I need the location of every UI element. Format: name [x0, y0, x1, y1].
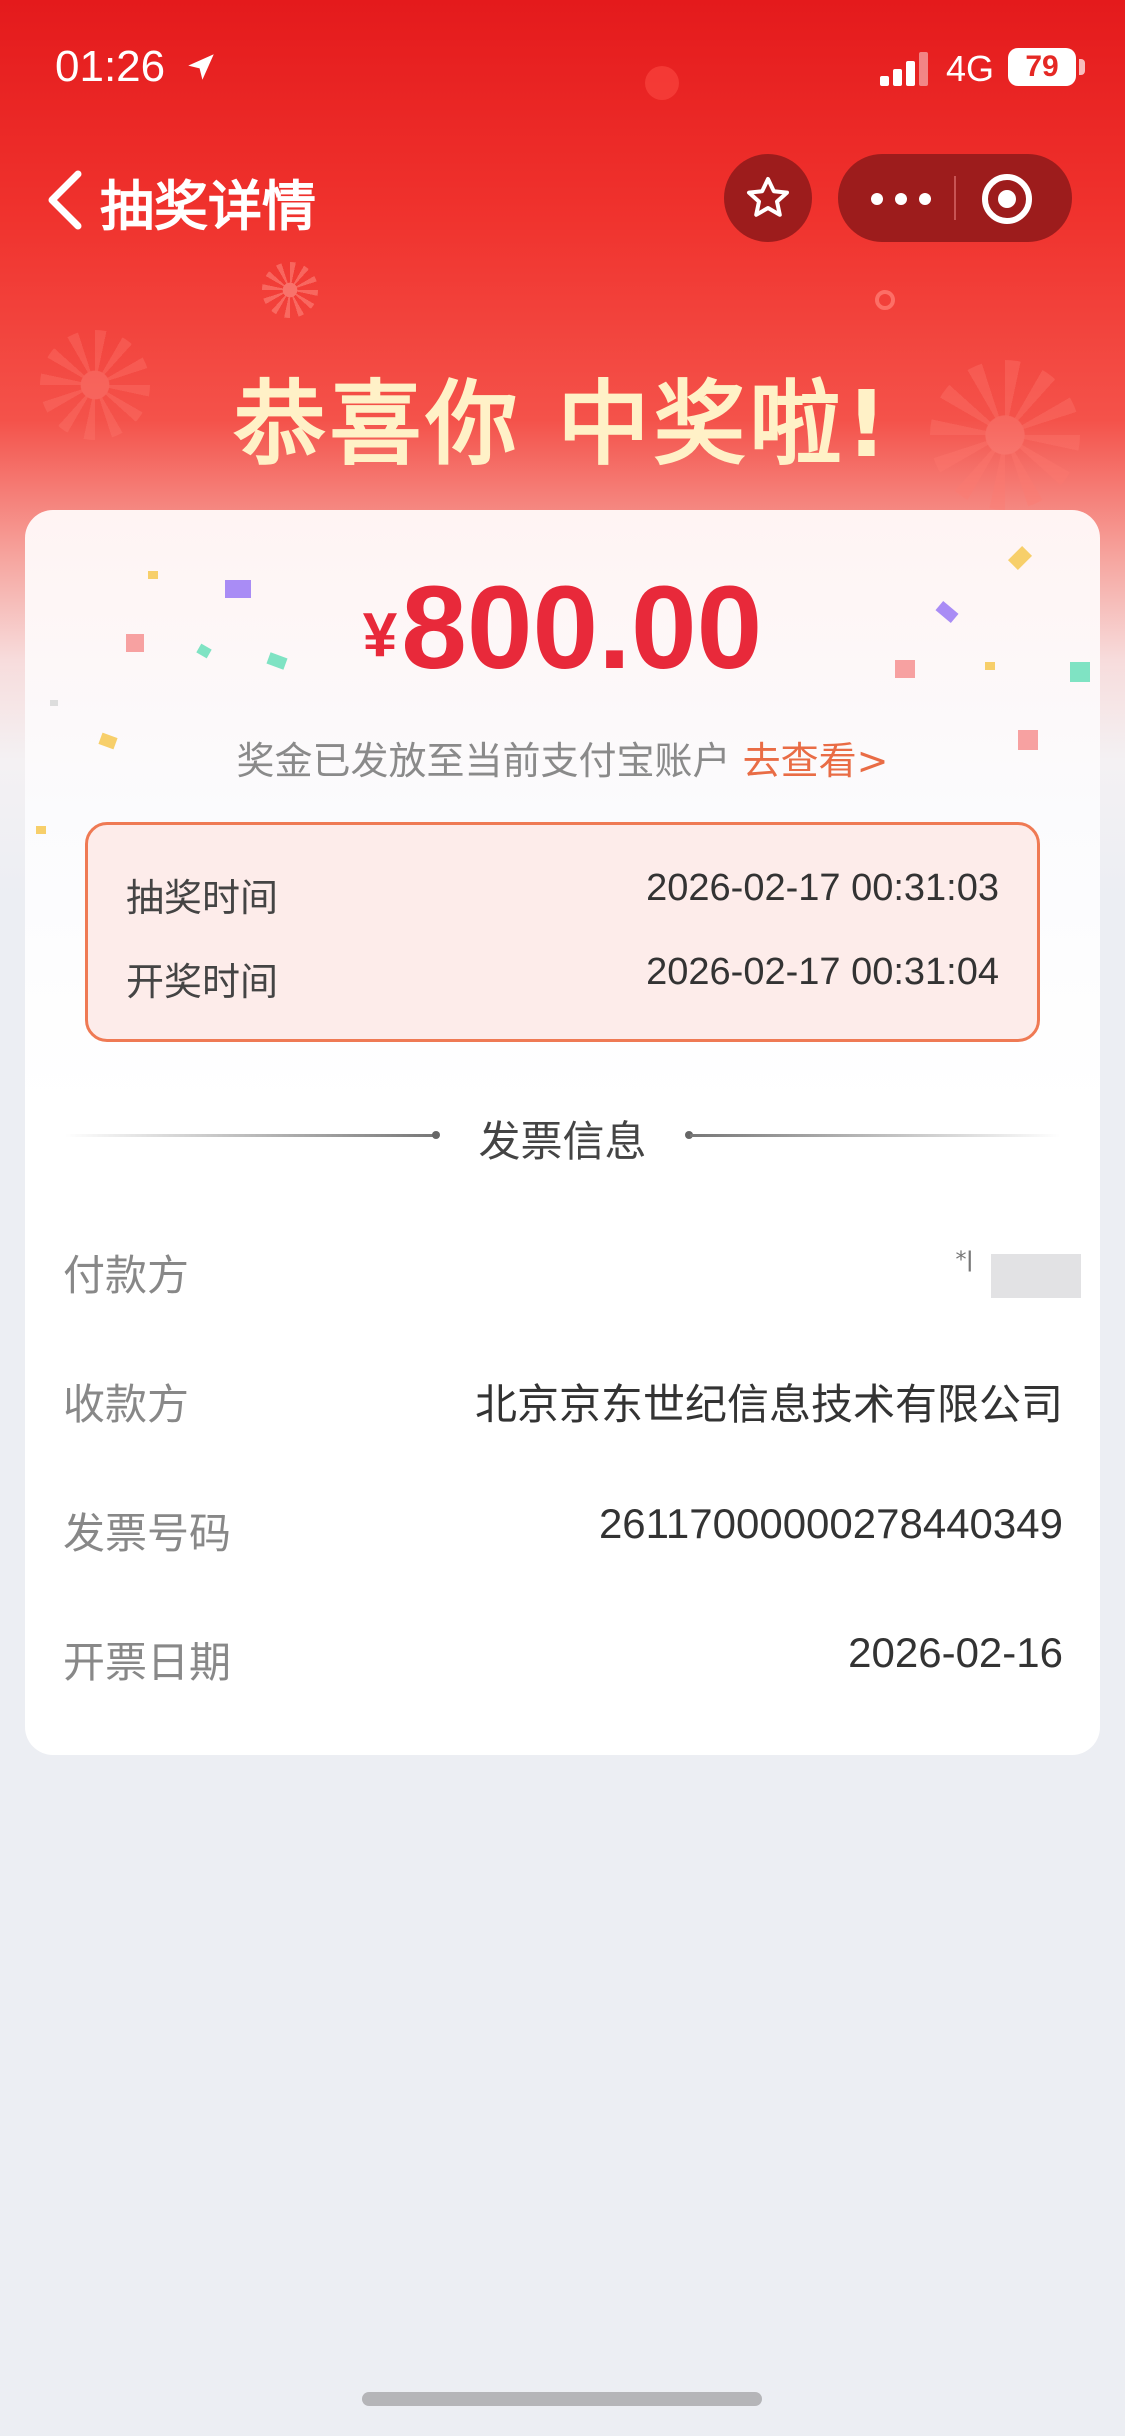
invoice-date-label: 开票日期 [63, 1638, 232, 1687]
payer-label: 付款方 [63, 1251, 190, 1300]
prize-note-text: 奖金已发放至当前支付宝账户 [236, 739, 731, 783]
capsule-divider [954, 176, 956, 220]
payee-label: 收款方 [63, 1380, 190, 1429]
currency-symbol: ¥ [362, 601, 398, 670]
battery-tip [1079, 59, 1085, 75]
location-arrow-icon [188, 54, 214, 80]
view-account-link[interactable]: 去查看> [743, 739, 889, 783]
mini-program-capsule [838, 154, 1072, 242]
status-time: 01:26 [55, 42, 166, 91]
network-type: 4G [946, 48, 995, 89]
open-time-label: 开奖时间 [126, 960, 279, 1004]
confetti [50, 700, 58, 706]
page-title: 抽奖详情 [100, 175, 316, 238]
draw-time-value: 2026-02-17 00:31:03 [646, 867, 999, 909]
confetti [36, 826, 46, 834]
invoice-row-date: 开票日期 2026-02-16 [63, 1629, 1063, 1693]
masked-mark: *ǀ [955, 1248, 974, 1273]
draw-time-box: 抽奖时间 2026-02-17 00:31:03 开奖时间 2026-02-17… [85, 822, 1040, 1042]
star-icon [747, 177, 789, 217]
home-indicator [362, 2392, 762, 2406]
battery-icon: 79 [1008, 48, 1076, 86]
open-time-row: 开奖时间 2026-02-17 00:31:04 [126, 951, 999, 1011]
cellular-signal-icon [880, 52, 928, 86]
draw-time-label: 抽奖时间 [126, 876, 279, 920]
decor-ring [875, 290, 895, 310]
battery-level: 79 [1025, 50, 1059, 83]
more-icon[interactable] [870, 192, 932, 206]
draw-time-row: 抽奖时间 2026-02-17 00:31:03 [126, 867, 999, 927]
invoice-date-value: 2026-02-16 [848, 1629, 1063, 1676]
payee-value: 北京京东世纪信息技术有限公司 [474, 1380, 1063, 1429]
back-arrow-icon[interactable] [40, 160, 94, 240]
invoice-number-label: 发票号码 [63, 1509, 232, 1558]
prize-amount: ¥800.00 [0, 560, 1125, 696]
prize-note: 奖金已发放至当前支付宝账户 去查看> [0, 730, 1125, 785]
masked-payer-value [991, 1254, 1081, 1298]
decor-flower [262, 262, 318, 318]
amount-value: 800.00 [401, 562, 763, 694]
close-target-icon[interactable] [980, 172, 1034, 226]
invoice-number-value: 26117000000278440349 [598, 1500, 1063, 1547]
invoice-row-payee: 收款方 北京京东世纪信息技术有限公司 [63, 1371, 1063, 1435]
invoice-row-payer: 付款方 *ǀ [63, 1242, 1081, 1306]
invoice-row-number: 发票号码 26117000000278440349 [63, 1500, 1063, 1564]
open-time-value: 2026-02-17 00:31:04 [646, 951, 999, 993]
status-bar: 01:26 4G 79 [0, 0, 1125, 140]
favorite-button[interactable] [724, 154, 812, 242]
section-divider-right [690, 1134, 1060, 1137]
congrats-heading: 恭喜你 中奖啦! [233, 371, 892, 478]
invoice-section-title: 发票信息 [478, 1117, 647, 1166]
